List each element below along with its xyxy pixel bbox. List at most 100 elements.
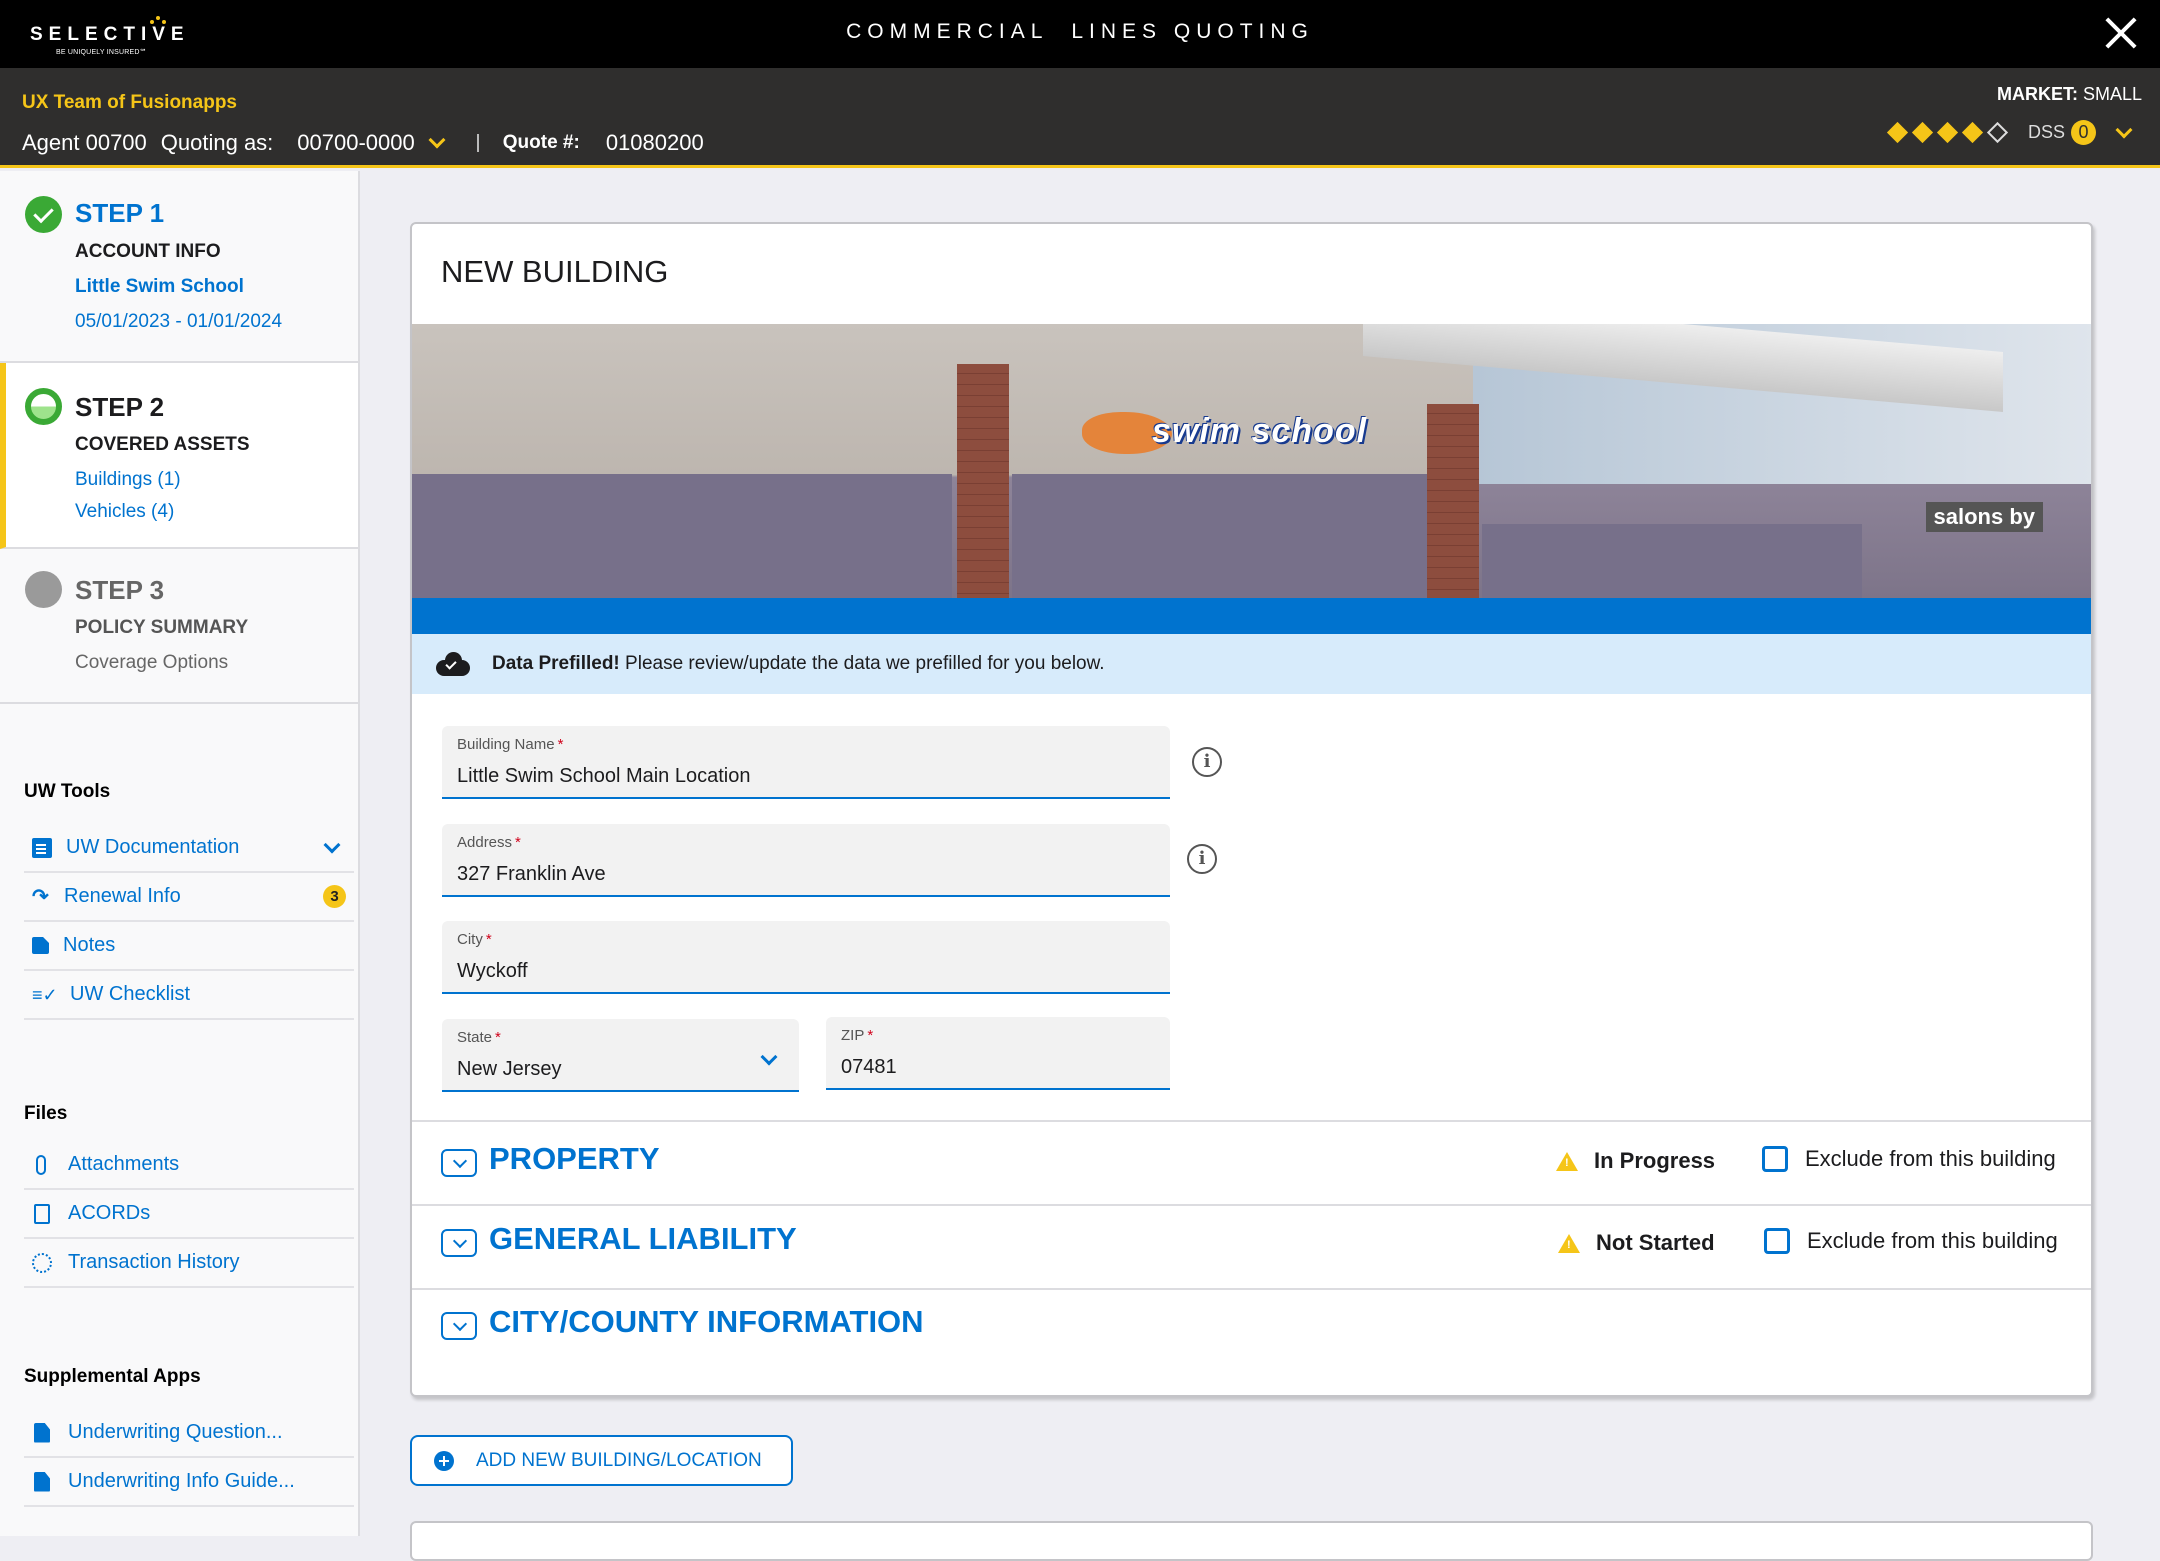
city-field[interactable]: City * Wyckoff [442, 921, 1170, 994]
field-label: Building Name * [457, 736, 564, 753]
photo-accent-band [412, 598, 2091, 634]
exclude-checkbox[interactable]: Exclude from this building [1762, 1146, 2056, 1172]
transaction-history-item[interactable]: Transaction History [24, 1239, 354, 1288]
city-value[interactable]: Wyckoff [457, 960, 528, 983]
uw-checklist-item[interactable]: ≡✓ UW Checklist [24, 971, 354, 1020]
note-icon [34, 1422, 50, 1443]
next-card [410, 1521, 2093, 1561]
add-new-building-button[interactable]: ADD NEW BUILDING/LOCATION [410, 1435, 793, 1486]
info-icon[interactable]: i [1192, 747, 1222, 777]
add-button-label: ADD NEW BUILDING/LOCATION [476, 1449, 762, 1471]
item-label: Underwriting Info Guide... [68, 1470, 295, 1492]
exclude-label: Exclude from this building [1805, 1146, 2056, 1171]
expand-chevron-icon[interactable] [441, 1229, 477, 1257]
checkbox[interactable] [1762, 1146, 1788, 1172]
item-label: ACORDs [68, 1202, 151, 1224]
dss-chevron-down-icon[interactable] [2115, 121, 2133, 138]
market-value: SMALL [2082, 84, 2142, 104]
market-indicator: MARKET: SMALL [1997, 84, 2142, 105]
state-select[interactable]: State * New Jersey [442, 1019, 799, 1092]
info-icon[interactable]: i [1187, 844, 1217, 874]
rating-diamond-filled-icon [1911, 121, 1934, 144]
item-label: UW Documentation [66, 836, 240, 858]
history-icon [32, 1252, 52, 1273]
step-subtitle: COVERED ASSETS [75, 434, 250, 455]
quoting-as-chevron-down-icon[interactable] [428, 131, 446, 149]
exclude-checkbox[interactable]: Exclude from this building [1764, 1228, 2058, 1254]
quoting-as-value[interactable]: 00700-0000 [297, 130, 414, 156]
new-building-card: NEW BUILDING swim school salons by Data … [410, 222, 2093, 1397]
agent-line: Agent 00700 Quoting as: 00700-0000 Quote… [22, 130, 704, 156]
note-icon [32, 937, 49, 954]
chevron-down-icon[interactable] [760, 1048, 778, 1066]
card-title: NEW BUILDING [441, 254, 669, 289]
general-liability-section: GENERAL LIABILITY Not Started Exclude fr… [412, 1204, 2091, 1288]
agency-name: UX Team of Fusionapps [22, 92, 238, 113]
quote-number-value: 01080200 [605, 130, 704, 155]
vehicles-link[interactable]: Vehicles (4) [75, 501, 174, 523]
paperclip-icon [36, 1154, 46, 1175]
section-title[interactable]: CITY/COUNTY INFORMATION [489, 1304, 924, 1340]
step-subtitle: ACCOUNT INFO [75, 241, 221, 262]
address-field[interactable]: Address * 327 Franklin Ave [442, 824, 1170, 897]
step-3[interactable]: STEP 3 POLICY SUMMARY Coverage Options [0, 549, 358, 704]
quoting-as-label: Quoting as: [160, 130, 274, 155]
expand-chevron-icon[interactable] [441, 1149, 477, 1177]
quote-number-label: Quote #: [502, 132, 580, 153]
notes-item[interactable]: Notes [24, 922, 354, 971]
item-label: UW Checklist [70, 983, 191, 1005]
attachments-item[interactable]: Attachments [24, 1141, 354, 1190]
account-name-link[interactable]: Little Swim School [75, 276, 244, 298]
step-title: STEP 3 [75, 575, 165, 605]
section-status: In Progress [1556, 1148, 1715, 1174]
uw-documentation-item[interactable]: UW Documentation [24, 824, 354, 873]
section-title[interactable]: GENERAL LIABILITY [489, 1221, 797, 1257]
field-label: Address * [457, 834, 521, 851]
prefill-bold: Data Prefilled! [492, 653, 620, 674]
zip-value[interactable]: 07481 [841, 1056, 897, 1079]
step-title: STEP 1 [75, 198, 165, 228]
step-subtitle: POLICY SUMMARY [75, 617, 249, 638]
renewal-info-item[interactable]: ↷ Renewal Info 3 [24, 873, 354, 922]
acords-item[interactable]: ACORDs [24, 1190, 354, 1239]
step-2[interactable]: STEP 2 COVERED ASSETS Buildings (1) Vehi… [0, 363, 358, 549]
underwriting-questions-item[interactable]: Underwriting Question... [24, 1409, 354, 1458]
city-county-section: CITY/COUNTY INFORMATION [412, 1288, 2091, 1395]
prefill-message: Data Prefilled! Please review/update the… [492, 653, 1105, 675]
dss-count-badge: 0 [2071, 120, 2096, 145]
supplemental-apps-heading: Supplemental Apps [24, 1366, 201, 1387]
step-title: STEP 2 [75, 392, 165, 422]
underwriting-info-guide-item[interactable]: Underwriting Info Guide... [24, 1458, 354, 1507]
sidebar: STEP 1 ACCOUNT INFO Little Swim School 0… [0, 171, 360, 1536]
buildings-link[interactable]: Buildings (1) [75, 469, 181, 491]
section-title[interactable]: PROPERTY [489, 1141, 660, 1177]
close-icon[interactable] [2104, 16, 2138, 50]
renewal-count-badge: 3 [323, 885, 346, 908]
building-name-field[interactable]: Building Name * Little Swim School Main L… [442, 726, 1170, 799]
coverage-options-link[interactable]: Coverage Options [75, 652, 228, 674]
zip-field[interactable]: ZIP * 07481 [826, 1017, 1170, 1090]
checkbox[interactable] [1764, 1228, 1790, 1254]
address-value[interactable]: 327 Franklin Ave [457, 863, 606, 886]
building-name-value[interactable]: Little Swim School Main Location [457, 765, 750, 788]
step-1[interactable]: STEP 1 ACCOUNT INFO Little Swim School 0… [0, 171, 358, 363]
rating-diamond-filled-icon [1886, 121, 1909, 144]
warning-icon [1556, 1151, 1578, 1171]
state-value[interactable]: New Jersey [457, 1058, 561, 1081]
rating-diamond-empty-icon [1986, 121, 2009, 144]
status-text: Not Started [1596, 1230, 1715, 1255]
attached-doc-icon [34, 1203, 50, 1224]
building-street-photo: swim school salons by [412, 324, 2091, 598]
exclude-label: Exclude from this building [1807, 1228, 2058, 1253]
photo-awning [412, 474, 952, 598]
neighbor-sign: salons by [1925, 502, 2043, 532]
half-progress-circle-icon [25, 388, 62, 425]
prefill-banner: Data Prefilled! Please review/update the… [412, 634, 2091, 694]
rating-diamond-filled-icon [1936, 121, 1959, 144]
files-heading: Files [24, 1103, 68, 1124]
item-label: Notes [63, 934, 116, 956]
chevron-down-icon[interactable] [323, 836, 341, 853]
item-label: Attachments [68, 1153, 180, 1175]
expand-chevron-icon[interactable] [441, 1312, 477, 1340]
policy-dates-link[interactable]: 05/01/2023 - 01/01/2024 [75, 311, 282, 333]
